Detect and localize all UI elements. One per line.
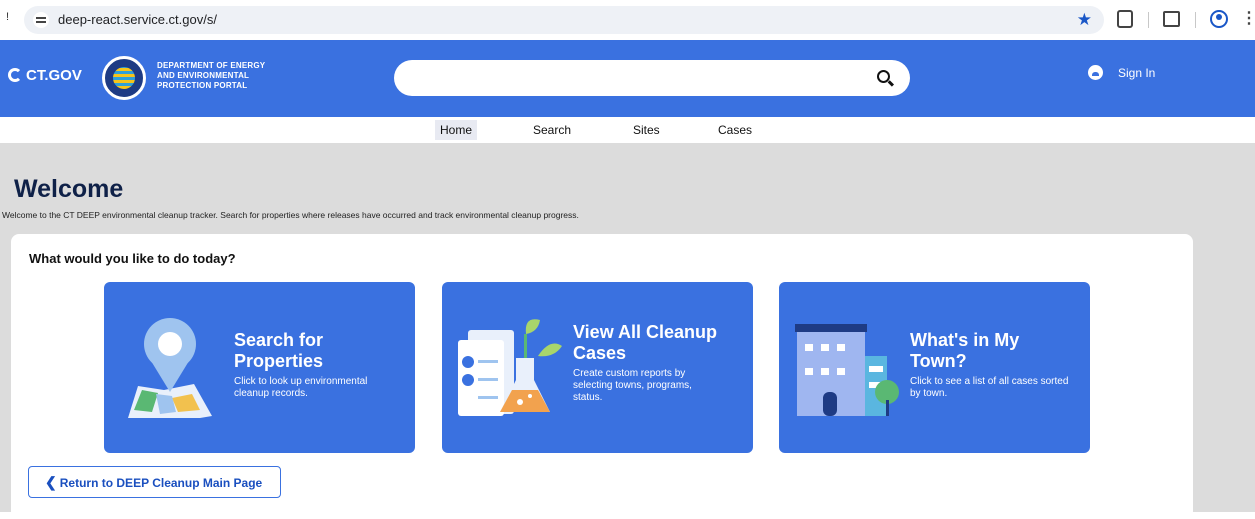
- town-buildings-icon: [795, 324, 899, 416]
- card-title-line: Search for: [234, 330, 324, 350]
- toolbar-divider: [1148, 12, 1149, 28]
- return-main-page-button[interactable]: ❮ Return to DEEP Cleanup Main Page: [28, 466, 281, 498]
- main-content: Welcome Welcome to the CT DEEP environme…: [0, 143, 1255, 519]
- sign-in-button[interactable]: Sign In: [1088, 65, 1155, 80]
- department-line: DEPARTMENT OF ENERGY: [157, 61, 266, 70]
- page-title: Welcome: [14, 175, 124, 203]
- site-settings-icon[interactable]: [33, 12, 49, 28]
- card-description: Click to look up environmental cleanup r…: [234, 376, 368, 399]
- card-title: Search for Properties: [234, 330, 323, 372]
- seal-sun-icon: [113, 67, 135, 89]
- address-bar[interactable]: deep-react.service.ct.gov/s/ ★: [24, 6, 1104, 34]
- card-title-line: Town?: [910, 351, 967, 371]
- nav-cases[interactable]: Cases: [713, 120, 757, 140]
- toolbar-divider: [1195, 12, 1196, 28]
- user-icon: [1088, 65, 1103, 80]
- options-prompt: What would you like to do today?: [29, 251, 236, 266]
- browser-menu-icon[interactable]: ⋮: [1241, 8, 1255, 28]
- search-icon[interactable]: [877, 70, 890, 83]
- nav-search[interactable]: Search: [528, 120, 576, 140]
- site-header: CT.GOV DEPARTMENT OF ENERGY AND ENVIRONM…: [0, 40, 1255, 117]
- deep-seal-logo: [102, 56, 146, 100]
- department-line: PROTECTION PORTAL: [157, 81, 248, 90]
- card-title-line: What's in My: [910, 330, 1020, 350]
- chevron-left-icon: ❮: [45, 474, 57, 490]
- map-pin-icon: [128, 318, 212, 418]
- tab-indicator: !: [6, 11, 10, 23]
- ct-gov-logo[interactable]: CT.GOV: [8, 67, 82, 84]
- sign-in-label: Sign In: [1118, 65, 1156, 80]
- whats-in-my-town-card[interactable]: What's in My Town? Click to see a list o…: [779, 282, 1090, 453]
- page-subtitle: Welcome to the CT DEEP environmental cle…: [2, 210, 579, 220]
- side-panel-icon[interactable]: [1163, 11, 1180, 27]
- card-title: View All Cleanup Cases: [573, 322, 717, 364]
- main-nav: Home Search Sites Cases: [0, 117, 1255, 143]
- browser-toolbar: ! deep-react.service.ct.gov/s/ ★ ⋮: [0, 0, 1255, 40]
- card-description: Click to see a list of all cases sorted …: [910, 376, 1069, 399]
- search-properties-card[interactable]: Search for Properties Click to look up e…: [104, 282, 415, 453]
- card-title-line: View All Cleanup: [573, 322, 718, 342]
- nav-sites[interactable]: Sites: [628, 120, 665, 140]
- return-label: Return to DEEP Cleanup Main Page: [59, 476, 263, 490]
- nav-home[interactable]: Home: [435, 120, 478, 140]
- address-url[interactable]: deep-react.service.ct.gov/s/: [58, 12, 217, 27]
- profile-icon[interactable]: [1210, 10, 1228, 28]
- ct-logo-mark-icon: [8, 68, 22, 82]
- ct-logo-text: CT.GOV: [26, 67, 82, 84]
- department-name: DEPARTMENT OF ENERGY AND ENVIRONMENTAL P…: [157, 61, 265, 91]
- view-cleanup-cases-card[interactable]: View All Cleanup Cases Create custom rep…: [442, 282, 753, 453]
- extensions-icon[interactable]: [1117, 10, 1133, 28]
- bookmark-star-icon[interactable]: ★: [1077, 10, 1092, 30]
- department-line: AND ENVIRONMENTAL: [157, 71, 250, 80]
- card-description: Create custom reports by selecting towns…: [573, 368, 692, 403]
- site-search-input[interactable]: [394, 60, 910, 96]
- card-title: What's in My Town?: [910, 330, 1019, 372]
- card-title-line: Cases: [573, 343, 627, 363]
- card-title-line: Properties: [234, 351, 324, 371]
- lab-report-icon: [458, 319, 562, 416]
- options-panel: What would you like to do today? Search …: [11, 234, 1193, 519]
